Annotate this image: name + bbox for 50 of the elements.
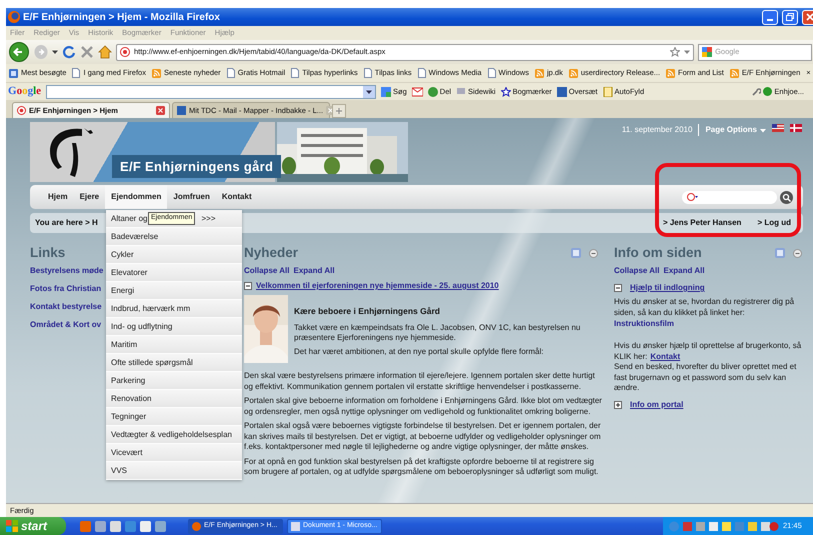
paragraph: Send en besked, hvorefter du bliver oprettet med et fast brugernavn og et password som du selv kan ændre. [614, 362, 798, 394]
site-title: E/F Enhjørningens gård [112, 154, 282, 178]
paragraph: For at opnå en god funktion skal bestyrelsen på det kraftigste opfordre beboerne til at registrere sig som brugere af portalen, og at udfylde spørgsmålene om beboeroplysninger så udførligt som muligt. [244, 456, 600, 478]
menu-item[interactable]: VVS [106, 462, 242, 480]
paragraph: Den skal være bestyrelsens primære information til ejere/lejere. Igennem portalen sker dette hurtigt og effektivt. Kommunikation gennem portalen vil erstatte skriftlige henvendelser i postkasserne. [244, 371, 596, 392]
menu-item[interactable]: Renovation [106, 390, 242, 408]
menu-item[interactable]: Elevatorer [106, 264, 242, 282]
section-link[interactable]: Hjælp til indlogning [630, 282, 705, 294]
nav-item[interactable]: Kontakt [216, 185, 258, 209]
paragraph: Det har været ambitionen, at den nye portal skulle opfylde flere formål: [294, 346, 544, 357]
user-link[interactable]: > Log ud [757, 217, 791, 229]
menu-item[interactable]: Vicevært [106, 444, 242, 462]
panel-title: Nyheder [244, 244, 298, 262]
article-link[interactable]: Velkommen til ejerforeningen nye hjemmeside - 25. august 2010 [256, 280, 499, 292]
menu-item[interactable]: Ind- og udflytning [106, 318, 242, 336]
info-link[interactable]: Kontakt [650, 352, 680, 360]
menu-item[interactable]: Energi [106, 282, 242, 300]
collapse-all-link[interactable]: Collapse All [244, 265, 290, 277]
info-link[interactable]: Instruktionsfilm [614, 318, 674, 330]
menu-item[interactable]: Parkering [106, 372, 242, 390]
more-link[interactable]: >>> [201, 212, 216, 224]
breadcrumb-text: You are here > H [35, 217, 98, 229]
menu-item[interactable]: Ofte stillede spørgsmål [106, 354, 242, 372]
nav-item[interactable]: Ejendommen [105, 185, 168, 209]
paragraph: Portalen skal give beboerne information om forholdene i Enhjørningens Gård. Ikke blot om vedtægter og ordensregler, men også nyttige oplysninger om vedligehold og funktionalitet omkring boligerne. [244, 396, 602, 417]
date-text: 11. september 2010 [622, 124, 692, 136]
menu-item[interactable]: Indbrud, hærværk mm [106, 300, 242, 318]
section-link[interactable]: Info om portal [630, 398, 684, 410]
google-logo: Google [8, 84, 42, 100]
paragraph: Portalen skal også være beboernes vigtigste forbindelse til bestyrelsen. Det er igennem portalen, der kan skrives mails til bestyrelsen. Det er vigtigt, at beboerne udfylder og vedligeholder oplysninger om f.eks. kontaktpersoner med nøgle til lejlighederne og andre vigtige oplysninger, der måtte ønskes. [244, 421, 602, 452]
paragraph: Hvis du ønsker hjælp til oprettelse af brugerkonto, så KLIK her: Kontakt [614, 341, 802, 362]
nav-item[interactable]: Hjem [42, 185, 74, 209]
menu-item-label[interactable]: Altaner og [111, 212, 148, 224]
paragraph: Takket være en kæmpeindsats fra Ole L. Jacobsen, ONV 1C, kan bestyrelsen nu præsentere Ejerforeningens nye hjemmeside. [294, 322, 582, 344]
paragraph: Hvis du ønsker at se, hvordan du registrerer dig på siden, så kan du klikket på linket her: [614, 297, 796, 318]
user-link[interactable]: > Jens Peter Hansen [662, 217, 742, 229]
menu-item[interactable]: Badeværelse [106, 228, 242, 246]
nav-item[interactable]: Jomfruen [167, 185, 216, 209]
nav-item[interactable]: Ejere [74, 185, 106, 209]
menu-item[interactable]: Vedtægter & vedligeholdelsesplan [106, 426, 242, 444]
menu-item[interactable]: Maritim [106, 336, 242, 354]
menu-item[interactable]: Tegninger [106, 408, 242, 426]
panel-title: Links [30, 244, 66, 262]
article-heading: Kære beboere i Enhjørningens Gård [294, 306, 441, 316]
expand-all-link[interactable]: Expand All [294, 265, 335, 277]
panel-title: Info om siden [614, 244, 702, 262]
menu-item[interactable]: Cykler [106, 246, 242, 264]
expand-all-link[interactable]: Expand All [664, 265, 705, 277]
window-title: E/F Enhjørningen > Hjem - Mozilla Firefox [23, 10, 220, 24]
collapse-all-link[interactable]: Collapse All [614, 265, 660, 277]
